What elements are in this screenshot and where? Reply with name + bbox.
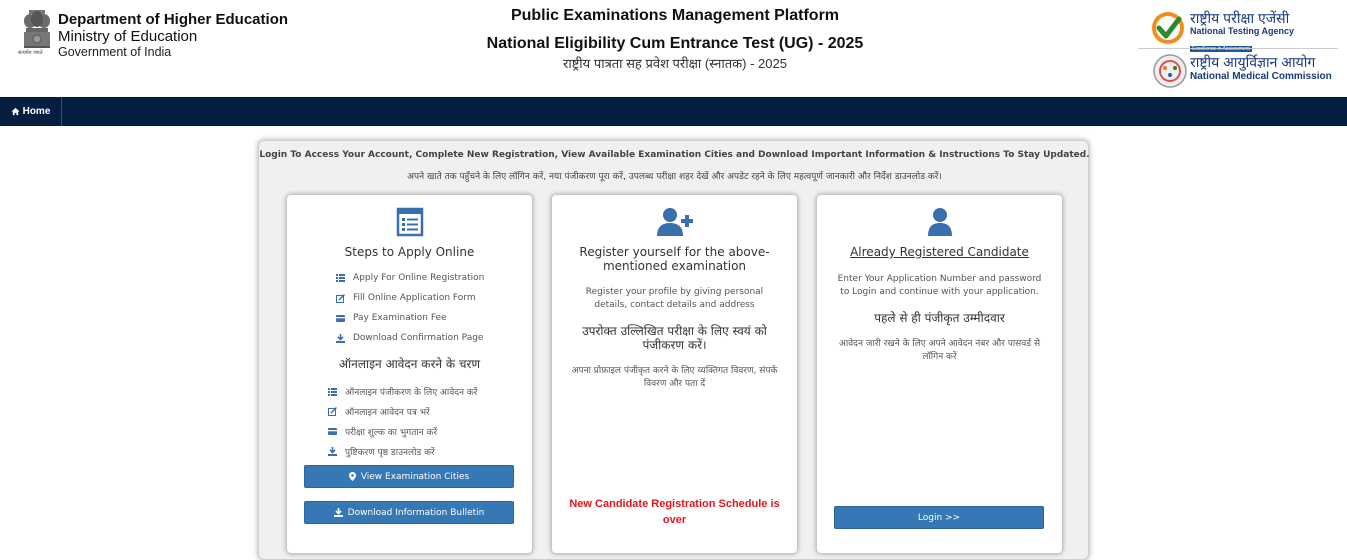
hindi-step-item: परीक्षा शुल्क का भुगतान करें bbox=[327, 425, 437, 438]
login-card-description: Enter Your Application Number and passwo… bbox=[837, 274, 1042, 297]
nta-hindi-name: राष्ट्रीय परीक्षा एजेंसी bbox=[1190, 10, 1290, 26]
nmc-english-name: National Medical Commission bbox=[1190, 71, 1332, 82]
download-information-bulletin-label: Download Information Bulletin bbox=[347, 507, 485, 518]
hindi-step-label: ऑनलाइन आवेदन पत्र भरें bbox=[345, 408, 430, 418]
register-card-hindi-description: अपना प्रोफ़ाइल पंजीकृत करने के लिए व्यक्… bbox=[571, 366, 778, 389]
list-icon bbox=[335, 273, 345, 283]
step-item: Fill Online Application Form bbox=[335, 293, 476, 303]
step-label: Download Confirmation Page bbox=[353, 333, 484, 343]
step-label: Fill Online Application Form bbox=[353, 293, 476, 303]
credit-card-icon bbox=[327, 427, 337, 437]
emblem-caption: सत्यमेव जयते bbox=[18, 50, 43, 56]
nmc-hindi-name: राष्ट्रीय आयुर्विज्ञान आयोग bbox=[1190, 54, 1316, 70]
download-icon bbox=[327, 447, 337, 457]
department-name: Department of Higher Education bbox=[58, 11, 289, 28]
government-name: Government of India bbox=[58, 45, 172, 59]
page-title-block: Public Examinations Management Platform … bbox=[420, 6, 930, 72]
login-button[interactable]: Login >> bbox=[834, 506, 1044, 529]
download-icon bbox=[333, 508, 343, 517]
intro-text-hindi: अपने खाते तक पहुँचने के लिए लॉगिन करें, … bbox=[407, 172, 942, 182]
list-icon bbox=[327, 387, 337, 397]
logo-divider bbox=[1138, 48, 1338, 49]
registration-closed-notice: New Candidate Registration Schedule is o… bbox=[569, 498, 780, 526]
step-label: Apply For Online Registration bbox=[353, 273, 485, 283]
login-panel: Login To Access Your Account, Complete N… bbox=[258, 140, 1090, 560]
intro-text-english: Login To Access Your Account, Complete N… bbox=[259, 150, 1090, 160]
department-block: Department of Higher Education Ministry … bbox=[58, 11, 288, 59]
exam-title: National Eligibility Cum Entrance Test (… bbox=[486, 35, 864, 52]
hindi-step-item: ऑनलाइन पंजीकरण के लिए आवेदन करें bbox=[327, 385, 477, 398]
login-card: Already Registered Candidate Enter Your … bbox=[816, 194, 1063, 554]
steps-card-hindi-title: ऑनलाइन आवेदन करने के चरण bbox=[338, 357, 481, 371]
nta-logo-icon bbox=[1152, 12, 1184, 44]
login-card-hindi-title: पहले से ही पंजीकृत उम्मीदवार bbox=[874, 311, 1005, 325]
steps-card: Steps to Apply Online Apply For Online R… bbox=[286, 194, 533, 554]
login-button-label: Login >> bbox=[917, 512, 961, 523]
hindi-step-label: पुष्टिकरण पृष्ठ डाउनलोड करें bbox=[345, 448, 435, 458]
hindi-step-label: परीक्षा शुल्क का भुगतान करें bbox=[345, 428, 438, 438]
hindi-step-label: ऑनलाइन पंजीकरण के लिए आवेदन करें bbox=[345, 388, 478, 398]
register-card: Register yourself for the above-mentione… bbox=[551, 194, 798, 554]
nmc-logo-text: राष्ट्रीय आयुर्विज्ञान आयोग National Med… bbox=[1190, 54, 1332, 83]
nta-english-name: National Testing Agency bbox=[1190, 26, 1295, 36]
nav-home-label: Home bbox=[22, 106, 51, 117]
home-icon bbox=[11, 107, 20, 116]
page-header: सत्यमेव जयते Department of Higher Educat… bbox=[0, 0, 1347, 97]
edit-icon bbox=[335, 293, 345, 303]
view-examination-cities-button[interactable]: View Examination Cities bbox=[304, 465, 514, 488]
main-navbar: Home bbox=[0, 97, 1347, 126]
form-list-icon bbox=[396, 207, 423, 237]
login-card-title[interactable]: Already Registered Candidate bbox=[827, 245, 1052, 259]
add-user-icon bbox=[656, 208, 693, 236]
ministry-name: Ministry of Education bbox=[58, 28, 198, 45]
register-card-title: Register yourself for the above-mentione… bbox=[579, 245, 770, 273]
exam-title-hindi: राष्ट्रीय पात्रता सह प्रवेश परीक्षा (स्न… bbox=[563, 56, 787, 71]
nav-home-link[interactable]: Home bbox=[0, 97, 62, 126]
login-card-hindi-description: आवेदन जारी रखने के लिए अपने आवेदन नंबर औ… bbox=[838, 339, 1041, 362]
nta-tagline: Excellence in Assessment bbox=[1190, 46, 1252, 52]
map-marker-icon bbox=[348, 472, 356, 481]
download-information-bulletin-button[interactable]: Download Information Bulletin bbox=[304, 501, 514, 524]
hindi-step-item: ऑनलाइन आवेदन पत्र भरें bbox=[327, 405, 430, 418]
user-icon bbox=[927, 208, 952, 236]
nmc-logo-icon bbox=[1153, 54, 1187, 88]
step-item: Download Confirmation Page bbox=[335, 333, 483, 343]
step-label: Pay Examination Fee bbox=[353, 313, 447, 323]
view-examination-cities-label: View Examination Cities bbox=[360, 471, 470, 482]
hindi-step-item: पुष्टिकरण पृष्ठ डाउनलोड करें bbox=[327, 445, 435, 458]
register-card-hindi-title: उपरोक्त उल्लिखित परीक्षा के लिए स्वयं को… bbox=[582, 324, 767, 352]
credit-card-icon bbox=[335, 313, 345, 323]
register-card-description: Register your profile by giving personal… bbox=[585, 287, 764, 310]
step-item: Apply For Online Registration bbox=[335, 273, 484, 283]
edit-icon bbox=[327, 407, 337, 417]
steps-card-title: Steps to Apply Online bbox=[344, 245, 475, 259]
platform-title: Public Examinations Management Platform bbox=[510, 7, 840, 24]
download-icon bbox=[335, 333, 345, 343]
step-item: Pay Examination Fee bbox=[335, 313, 447, 323]
